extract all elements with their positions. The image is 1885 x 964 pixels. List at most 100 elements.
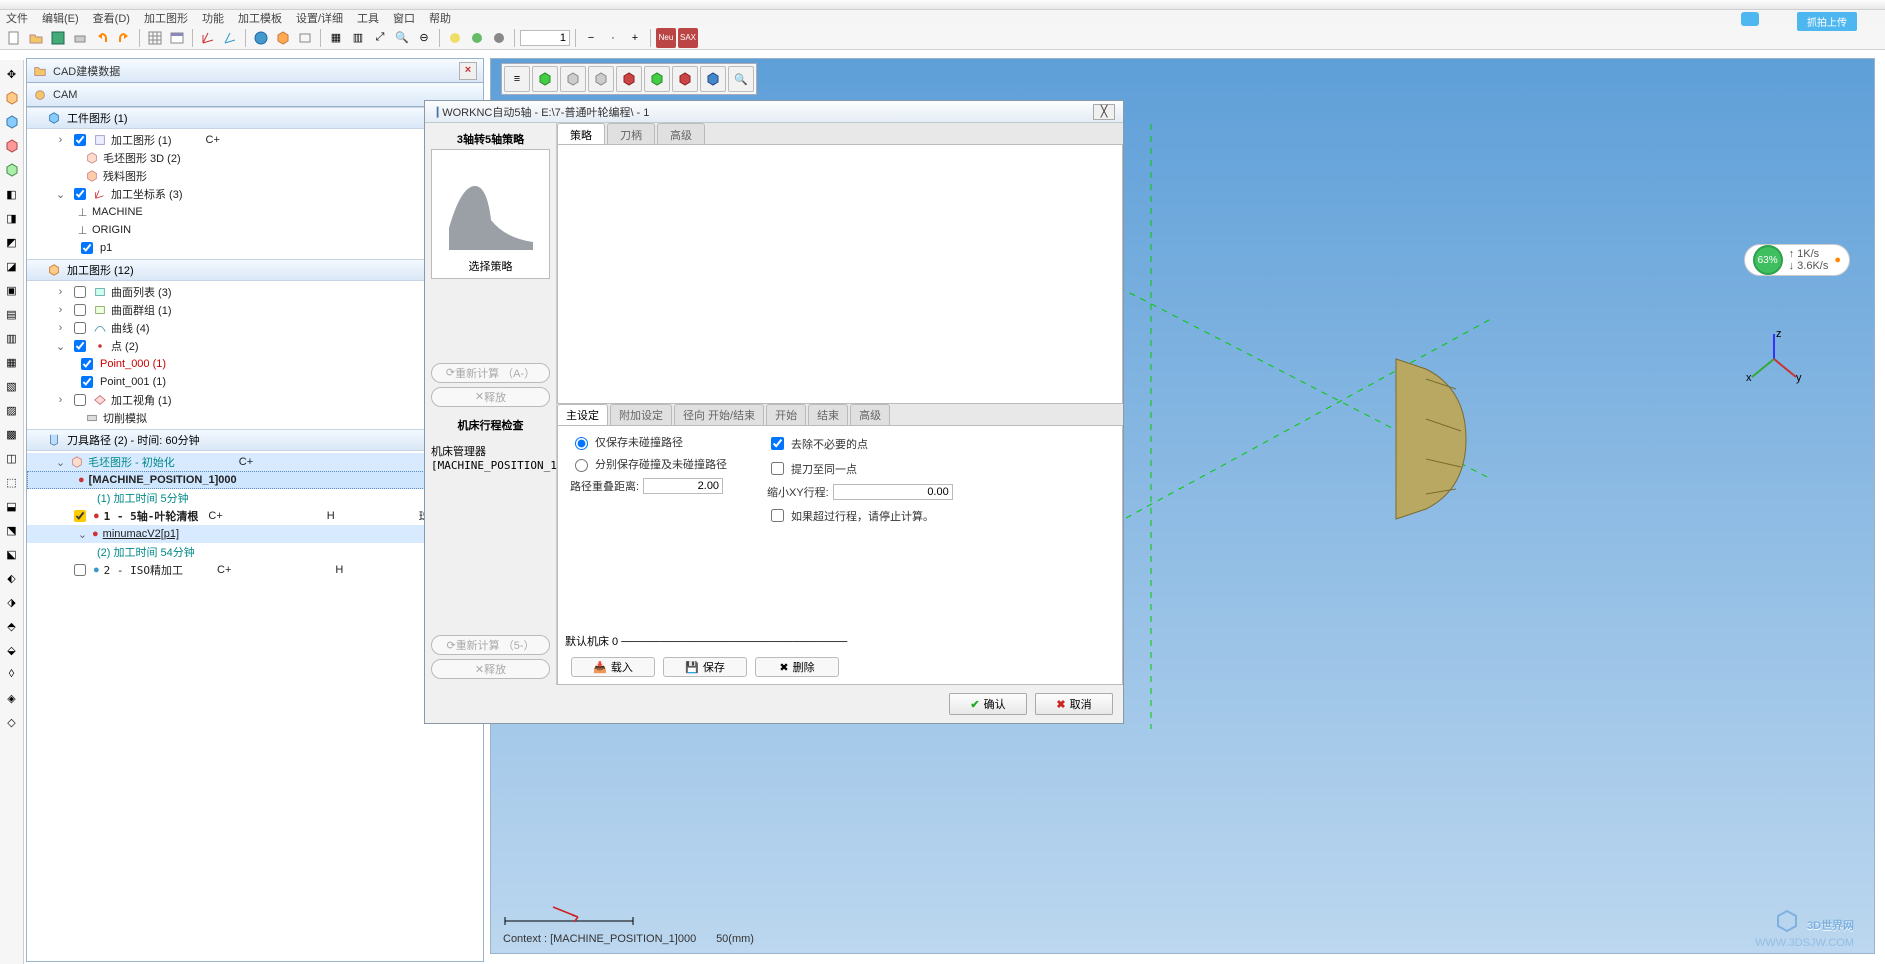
vt-cube14-icon[interactable]: ▨ bbox=[2, 400, 22, 420]
scale-input[interactable] bbox=[520, 30, 570, 46]
tree-minumac[interactable]: ⌄●minumacV2[p1] bbox=[27, 525, 483, 543]
ok-button[interactable]: ✔确认 bbox=[949, 693, 1027, 715]
tab-start[interactable]: 开始 bbox=[766, 404, 806, 425]
overlap-input[interactable] bbox=[643, 478, 723, 494]
tab-adv-bot[interactable]: 高级 bbox=[850, 404, 890, 425]
tool1-icon[interactable]: ▦ bbox=[326, 28, 346, 48]
redo-icon[interactable] bbox=[114, 28, 134, 48]
chk-remove-pts[interactable] bbox=[771, 437, 784, 450]
tree-view-angle[interactable]: ›加工视角 (1) bbox=[27, 391, 483, 409]
tool2-icon[interactable]: ▥ bbox=[348, 28, 368, 48]
cube-icon[interactable] bbox=[273, 28, 293, 48]
vt-cube15-icon[interactable]: ▩ bbox=[2, 424, 22, 444]
tree-origin[interactable]: ⊥ORIGIN bbox=[27, 221, 483, 239]
tab-radial[interactable]: 径向 开始/结束 bbox=[674, 404, 764, 425]
vt-cube21-icon[interactable]: ⬖ bbox=[2, 568, 22, 588]
vp-view2-icon[interactable] bbox=[560, 66, 586, 92]
tree-surf-list[interactable]: ›曲面列表 (3) bbox=[27, 283, 483, 301]
cancel-button[interactable]: ✖取消 bbox=[1035, 693, 1113, 715]
menu-settings[interactable]: 设置/详细 bbox=[296, 10, 343, 26]
vt-cube18-icon[interactable]: ⬓ bbox=[2, 496, 22, 516]
render3-icon[interactable] bbox=[489, 28, 509, 48]
menu-feature[interactable]: 功能 bbox=[202, 10, 224, 26]
menu-edit[interactable]: 编辑(E) bbox=[42, 10, 79, 26]
cloud-icon[interactable] bbox=[1741, 12, 1759, 26]
vt-cube20-icon[interactable]: ⬕ bbox=[2, 544, 22, 564]
recalc-5-button[interactable]: ⟳重新计算 （5-） bbox=[431, 635, 550, 655]
strategy-picker[interactable]: 选择策略 bbox=[431, 149, 550, 279]
chk-stop-over[interactable] bbox=[771, 509, 784, 522]
tree-tp1[interactable]: ●1 - 5轴-叶轮清根C+H球头刀 bbox=[27, 507, 483, 525]
undo-icon[interactable] bbox=[92, 28, 112, 48]
tab-extra[interactable]: 附加设定 bbox=[610, 404, 672, 425]
vt-cube1-icon[interactable] bbox=[2, 88, 22, 108]
tab-adv-top[interactable]: 高级 bbox=[657, 123, 705, 144]
vp-view1-icon[interactable] bbox=[532, 66, 558, 92]
vt-cube7-icon[interactable]: ◩ bbox=[2, 232, 22, 252]
plus-icon[interactable]: + bbox=[625, 28, 645, 48]
cad-panel-header[interactable]: CAD建模数据 × bbox=[27, 59, 483, 83]
toolpath-header[interactable]: 刀具路径 (2) - 时间: 60分钟 bbox=[27, 429, 483, 451]
vt-cube27-icon[interactable]: ◇ bbox=[2, 712, 22, 732]
chk-machining-fig[interactable] bbox=[74, 134, 86, 146]
chk-coord[interactable] bbox=[74, 188, 86, 200]
recalc-a-button[interactable]: ⟳重新计算 （A-） bbox=[431, 363, 550, 383]
vt-cube9-icon[interactable]: ▣ bbox=[2, 280, 22, 300]
axis-gizmo[interactable]: zxy bbox=[1744, 329, 1804, 389]
tree-coord[interactable]: ⌄加工坐标系 (3) bbox=[27, 185, 483, 203]
release-button-2[interactable]: ✕释放 bbox=[431, 659, 550, 679]
vp-menu-icon[interactable]: ≡ bbox=[504, 66, 530, 92]
vt-cube13-icon[interactable]: ▧ bbox=[2, 376, 22, 396]
tab-holder[interactable]: 刀柄 bbox=[607, 123, 655, 144]
vt-cube22-icon[interactable]: ⬗ bbox=[2, 592, 22, 612]
vt-cube11-icon[interactable]: ▥ bbox=[2, 328, 22, 348]
dialog-close-icon[interactable]: ╳ bbox=[1093, 104, 1115, 120]
menu-view[interactable]: 查看(D) bbox=[93, 10, 130, 26]
tree-machine[interactable]: ⊥MACHINE bbox=[27, 203, 483, 221]
menu-file[interactable]: 文件 bbox=[6, 10, 28, 26]
tab-strategy[interactable]: 策略 bbox=[557, 123, 605, 144]
tree-curve[interactable]: ›曲线 (4) bbox=[27, 319, 483, 337]
vt-cube5-icon[interactable]: ◧ bbox=[2, 184, 22, 204]
neu-icon[interactable]: Neu bbox=[656, 28, 676, 48]
menu-help[interactable]: 帮助 bbox=[429, 10, 451, 26]
vt-cube6-icon[interactable]: ◨ bbox=[2, 208, 22, 228]
vp-view7-icon[interactable] bbox=[700, 66, 726, 92]
vt-cube23-icon[interactable]: ⬘ bbox=[2, 616, 22, 636]
tree-tp2[interactable]: ●2 - ISO精加工C+H球头刀 bbox=[27, 561, 483, 579]
vt-cube25-icon[interactable]: ◊ bbox=[2, 664, 22, 684]
tree-machining-fig[interactable]: ›加工图形 (1)C+ bbox=[27, 131, 483, 149]
radio-split[interactable] bbox=[575, 459, 588, 472]
vt-cube8-icon[interactable]: ◪ bbox=[2, 256, 22, 276]
zoom-out-icon[interactable]: ⊖ bbox=[414, 28, 434, 48]
load-button[interactable]: 📥 载入 bbox=[571, 657, 655, 677]
vp-view3-icon[interactable] bbox=[588, 66, 614, 92]
tree-mpos[interactable]: ●[MACHINE_POSITION_1]000 bbox=[27, 471, 483, 489]
tree-stock[interactable]: 毛坯图形 3D (2) bbox=[27, 149, 483, 167]
tree-remain[interactable]: 残料图形 bbox=[27, 167, 483, 185]
tree-pt0[interactable]: Point_000 (1) bbox=[27, 355, 483, 373]
panel-close-icon[interactable]: × bbox=[459, 62, 477, 80]
sax-icon[interactable]: SAX bbox=[678, 28, 698, 48]
dot-icon[interactable]: · bbox=[603, 28, 623, 48]
machining-fig-header[interactable]: 加工图形 (12) bbox=[27, 259, 483, 281]
save-icon[interactable] bbox=[48, 28, 68, 48]
tree-stock-init[interactable]: ⌄毛坯图形 - 初始化C+ bbox=[27, 453, 483, 471]
chk-p1[interactable] bbox=[81, 242, 93, 254]
tree-surf-group[interactable]: ›曲面群组 (1) bbox=[27, 301, 483, 319]
vt-cube3-icon[interactable] bbox=[2, 136, 22, 156]
grid-icon[interactable] bbox=[145, 28, 165, 48]
vt-cube10-icon[interactable]: ▤ bbox=[2, 304, 22, 324]
radio-keep[interactable] bbox=[575, 437, 588, 450]
tree-pt1[interactable]: Point_001 (1) bbox=[27, 373, 483, 391]
vt-move-icon[interactable]: ✥ bbox=[2, 64, 22, 84]
vp-view4-icon[interactable] bbox=[616, 66, 642, 92]
globe-icon[interactable] bbox=[251, 28, 271, 48]
upload-button[interactable]: 抓拍上传 bbox=[1797, 12, 1857, 31]
cam-panel-header[interactable]: CAM bbox=[27, 83, 483, 107]
tree-p1[interactable]: p1 bbox=[27, 239, 483, 257]
release-button-1[interactable]: ✕释放 bbox=[431, 387, 550, 407]
render1-icon[interactable] bbox=[445, 28, 465, 48]
vt-cube4-icon[interactable] bbox=[2, 160, 22, 180]
vp-view5-icon[interactable] bbox=[644, 66, 670, 92]
